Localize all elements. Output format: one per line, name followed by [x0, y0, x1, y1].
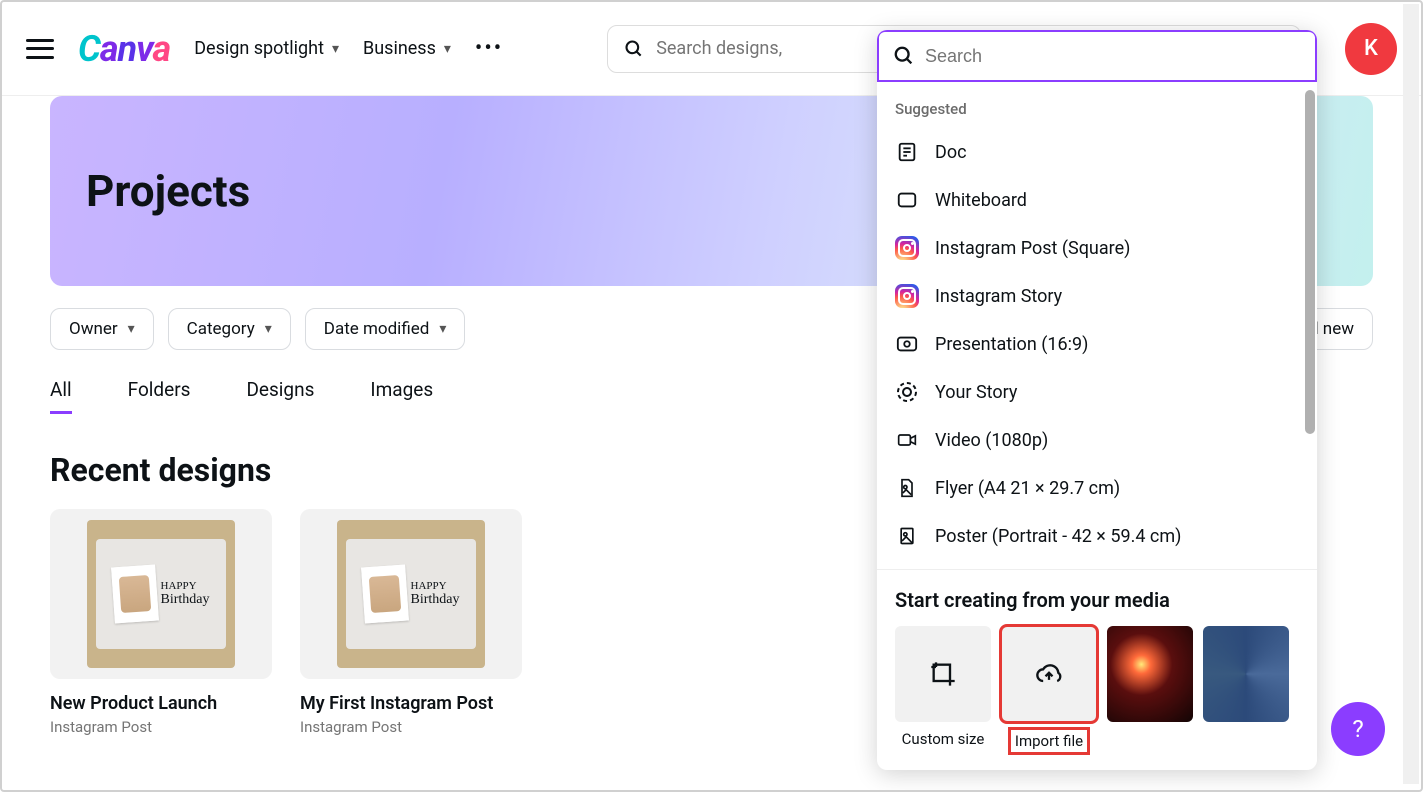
suggestion-label: Instagram Post (Square) — [935, 238, 1130, 259]
chevron-down-icon: ▾ — [265, 321, 272, 337]
flyer-icon — [895, 476, 919, 500]
fireworks-image — [1107, 626, 1193, 722]
design-card[interactable]: HAPPYBirthday My First Instagram Post In… — [300, 509, 522, 736]
window-scrollbar[interactable] — [1403, 4, 1419, 784]
instagram-icon — [895, 236, 919, 260]
panel-scrollbar[interactable] — [1305, 90, 1315, 434]
thumb-text: HAPPY — [161, 580, 210, 592]
panel-search-input[interactable] — [925, 46, 1301, 67]
suggestion-instagram-post[interactable]: Instagram Post (Square) — [877, 224, 1317, 272]
design-card[interactable]: HAPPYBirthday New Product Launch Instagr… — [50, 509, 272, 736]
filter-date-modified[interactable]: Date modified ▾ — [305, 308, 466, 350]
hamburger-menu-icon[interactable] — [26, 39, 54, 59]
design-title: New Product Launch — [50, 693, 272, 714]
cloud-upload-icon — [1001, 626, 1097, 722]
nav-label: Business — [363, 38, 436, 59]
user-avatar[interactable]: K — [1345, 23, 1397, 75]
custom-size-tile[interactable]: Custom size — [895, 626, 991, 752]
thumb-text: HAPPY — [411, 580, 460, 592]
video-icon — [895, 428, 919, 452]
media-thumbnail[interactable] — [1107, 626, 1193, 752]
design-thumbnail: HAPPYBirthday — [50, 509, 272, 679]
create-design-panel: Suggested Doc Whiteboard Instagram Post … — [877, 30, 1317, 770]
presentation-icon — [895, 332, 919, 356]
chevron-down-icon: ▾ — [128, 321, 135, 337]
design-subtitle: Instagram Post — [300, 718, 522, 736]
search-icon — [624, 39, 644, 59]
nav-design-spotlight[interactable]: Design spotlight ▾ — [194, 38, 339, 59]
suggestion-doc[interactable]: Doc — [877, 128, 1317, 176]
suggestion-label: Flyer (A4 21 × 29.7 cm) — [935, 478, 1120, 499]
panel-search-field[interactable] — [877, 30, 1317, 82]
import-file-tile[interactable]: Import file — [1001, 626, 1097, 752]
design-title: My First Instagram Post — [300, 693, 522, 714]
suggestion-label: Doc — [935, 142, 967, 163]
tab-folders[interactable]: Folders — [128, 378, 191, 414]
suggestion-instagram-story[interactable]: Instagram Story — [877, 272, 1317, 320]
canva-logo[interactable]: Canva — [78, 28, 170, 70]
page-title: Projects — [86, 165, 250, 217]
nav-business[interactable]: Business ▾ — [363, 38, 451, 59]
poster-icon — [895, 524, 919, 548]
suggestion-video[interactable]: Video (1080p) — [877, 416, 1317, 464]
suggestion-label: Instagram Story — [935, 286, 1062, 307]
filter-label: Owner — [69, 319, 118, 339]
thumb-text: Birthday — [411, 592, 460, 608]
whiteboard-icon — [895, 188, 919, 212]
media-section: Start creating from your media Custom si… — [877, 569, 1317, 770]
suggestion-label: Poster (Portrait - 42 × 59.4 cm) — [935, 526, 1181, 547]
chevron-down-icon: ▾ — [332, 41, 339, 57]
suggestion-label: Video (1080p) — [935, 430, 1048, 451]
question-icon: ? — [1352, 715, 1363, 743]
search-icon — [893, 45, 915, 67]
tile-label: Import file — [1011, 730, 1087, 752]
trees-image — [1203, 626, 1289, 722]
custom-size-icon — [895, 626, 991, 722]
tile-label: Custom size — [895, 730, 991, 748]
help-button[interactable]: ? — [1331, 702, 1385, 756]
suggestion-your-story[interactable]: Your Story — [877, 368, 1317, 416]
design-thumbnail: HAPPYBirthday — [300, 509, 522, 679]
suggestion-whiteboard[interactable]: Whiteboard — [877, 176, 1317, 224]
suggestion-flyer[interactable]: Flyer (A4 21 × 29.7 cm) — [877, 464, 1317, 512]
panel-suggestions: Suggested Doc Whiteboard Instagram Post … — [877, 86, 1317, 569]
tab-images[interactable]: Images — [370, 378, 433, 414]
filter-label: Date modified — [324, 319, 430, 339]
doc-icon — [895, 140, 919, 164]
tab-all[interactable]: All — [50, 378, 72, 414]
suggested-label: Suggested — [877, 86, 1317, 128]
story-icon — [895, 380, 919, 404]
chevron-down-icon: ▾ — [444, 41, 451, 57]
chevron-down-icon: ▾ — [439, 321, 446, 337]
suggestion-label: Whiteboard — [935, 190, 1027, 211]
suggestion-label: Your Story — [935, 382, 1017, 403]
suggestion-label: Presentation (16:9) — [935, 334, 1088, 355]
design-subtitle: Instagram Post — [50, 718, 272, 736]
media-heading: Start creating from your media — [895, 588, 1299, 612]
suggestion-poster[interactable]: Poster (Portrait - 42 × 59.4 cm) — [877, 512, 1317, 560]
more-menu-icon[interactable]: ••• — [475, 36, 503, 61]
tab-designs[interactable]: Designs — [246, 378, 314, 414]
search-placeholder: Search designs, — [656, 38, 782, 59]
filter-owner[interactable]: Owner ▾ — [50, 308, 154, 350]
suggestion-presentation[interactable]: Presentation (16:9) — [877, 320, 1317, 368]
media-thumbnail[interactable] — [1203, 626, 1289, 752]
filter-category[interactable]: Category ▾ — [168, 308, 291, 350]
avatar-initial: K — [1364, 36, 1378, 61]
nav-label: Design spotlight — [194, 38, 324, 59]
instagram-icon — [895, 284, 919, 308]
thumb-text: Birthday — [161, 592, 210, 608]
filter-label: Category — [187, 319, 255, 339]
